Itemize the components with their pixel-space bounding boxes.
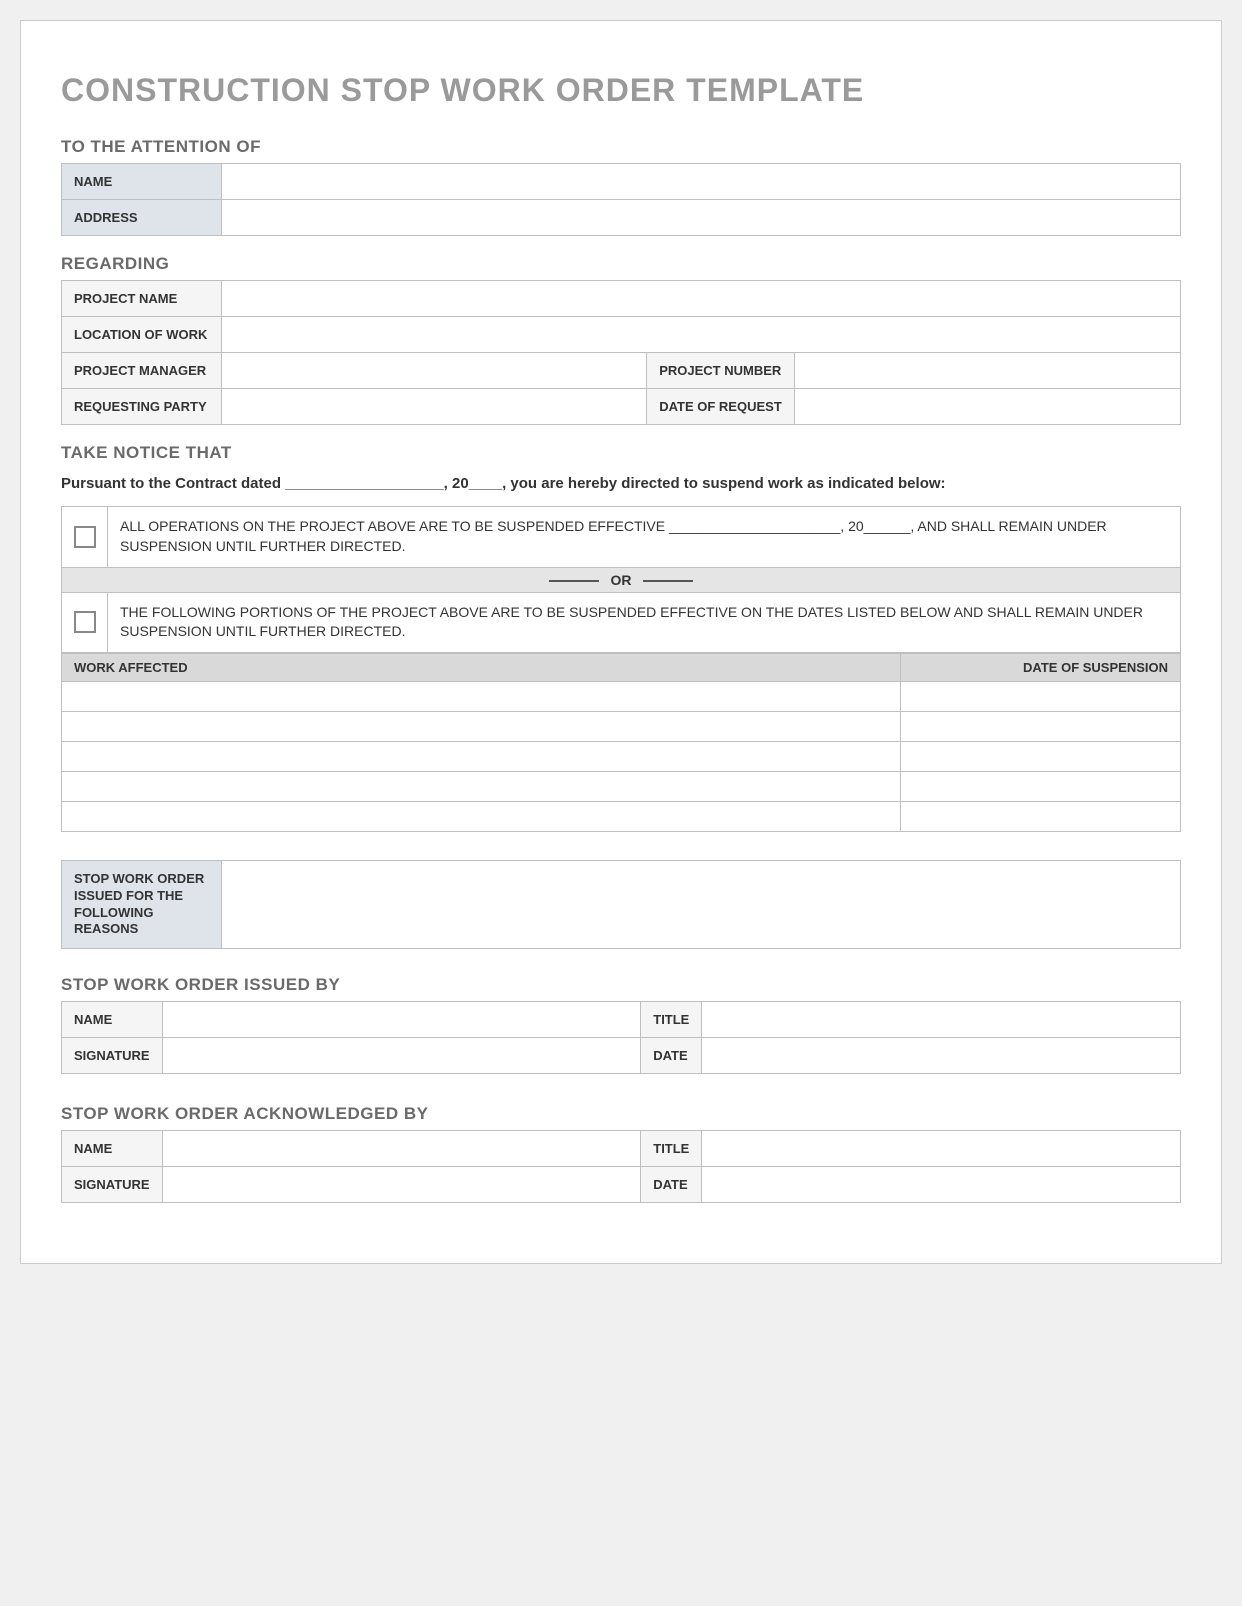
date-request-label: DATE OF REQUEST [647, 389, 795, 425]
notice-intro-text: Pursuant to the Contract dated _________… [61, 473, 1181, 494]
work-affected-field[interactable] [62, 771, 901, 801]
issued-date-field[interactable] [702, 1038, 1181, 1074]
location-field[interactable] [222, 317, 1181, 353]
ack-date-label: DATE [641, 1167, 702, 1203]
table-row [62, 711, 1181, 741]
option2-checkbox-cell [62, 592, 108, 652]
table-row [62, 741, 1181, 771]
date-suspension-field[interactable] [901, 711, 1181, 741]
section-heading-regarding: REGARDING [61, 254, 1181, 274]
date-suspension-field[interactable] [901, 681, 1181, 711]
ack-name-label: NAME [62, 1131, 163, 1167]
section-heading-attention: TO THE ATTENTION OF [61, 137, 1181, 157]
project-number-field[interactable] [794, 353, 1180, 389]
section-heading-ack-by: STOP WORK ORDER ACKNOWLEDGED BY [61, 1104, 1181, 1124]
reasons-table: STOP WORK ORDER ISSUED FOR THE FOLLOWING… [61, 860, 1181, 950]
page-title: CONSTRUCTION STOP WORK ORDER TEMPLATE [61, 71, 1181, 109]
ack-title-field[interactable] [702, 1131, 1181, 1167]
issued-title-field[interactable] [702, 1002, 1181, 1038]
ack-signature-label: SIGNATURE [62, 1167, 163, 1203]
or-text: OR [611, 572, 632, 588]
date-suspension-field[interactable] [901, 771, 1181, 801]
issued-name-field[interactable] [162, 1002, 641, 1038]
issued-signature-label: SIGNATURE [62, 1038, 163, 1074]
ack-title-label: TITLE [641, 1131, 702, 1167]
work-affected-table: WORK AFFECTED DATE OF SUSPENSION [61, 653, 1181, 832]
attention-address-field[interactable] [222, 200, 1181, 236]
requesting-party-label: REQUESTING PARTY [62, 389, 222, 425]
issued-signature-field[interactable] [162, 1038, 641, 1074]
work-affected-field[interactable] [62, 681, 901, 711]
or-divider: OR [62, 567, 1181, 592]
or-line-left [549, 580, 599, 582]
ack-date-field[interactable] [702, 1167, 1181, 1203]
project-number-label: PROJECT NUMBER [647, 353, 795, 389]
issued-name-label: NAME [62, 1002, 163, 1038]
reasons-field[interactable] [222, 860, 1181, 949]
reasons-label: STOP WORK ORDER ISSUED FOR THE FOLLOWING… [62, 860, 222, 949]
section-heading-issued-by: STOP WORK ORDER ISSUED BY [61, 975, 1181, 995]
table-row [62, 771, 1181, 801]
work-affected-field[interactable] [62, 711, 901, 741]
document-page: CONSTRUCTION STOP WORK ORDER TEMPLATE TO… [20, 20, 1222, 1264]
ack-signature-field[interactable] [162, 1167, 641, 1203]
regarding-table: PROJECT NAME LOCATION OF WORK PROJECT MA… [61, 280, 1181, 425]
ack-name-field[interactable] [162, 1131, 641, 1167]
section-heading-notice: TAKE NOTICE THAT [61, 443, 1181, 463]
attention-address-label: ADDRESS [62, 200, 222, 236]
work-affected-field[interactable] [62, 741, 901, 771]
col-work-affected: WORK AFFECTED [62, 653, 901, 681]
requesting-party-field[interactable] [222, 389, 647, 425]
attention-name-field[interactable] [222, 164, 1181, 200]
option2-checkbox[interactable] [74, 611, 96, 633]
issued-title-label: TITLE [641, 1002, 702, 1038]
issued-date-label: DATE [641, 1038, 702, 1074]
attention-name-label: NAME [62, 164, 222, 200]
table-row [62, 801, 1181, 831]
col-date-suspension: DATE OF SUSPENSION [901, 653, 1181, 681]
attention-table: NAME ADDRESS [61, 163, 1181, 236]
project-name-field[interactable] [222, 281, 1181, 317]
or-line-right [643, 580, 693, 582]
option1-checkbox[interactable] [74, 526, 96, 548]
issued-by-table: NAME TITLE SIGNATURE DATE [61, 1001, 1181, 1074]
option2-text: THE FOLLOWING PORTIONS OF THE PROJECT AB… [108, 592, 1181, 652]
notice-options-table: ALL OPERATIONS ON THE PROJECT ABOVE ARE … [61, 506, 1181, 652]
project-manager-field[interactable] [222, 353, 647, 389]
table-row [62, 681, 1181, 711]
project-manager-label: PROJECT MANAGER [62, 353, 222, 389]
date-suspension-field[interactable] [901, 741, 1181, 771]
date-suspension-field[interactable] [901, 801, 1181, 831]
location-label: LOCATION OF WORK [62, 317, 222, 353]
project-name-label: PROJECT NAME [62, 281, 222, 317]
date-request-field[interactable] [794, 389, 1180, 425]
option1-checkbox-cell [62, 507, 108, 567]
ack-by-table: NAME TITLE SIGNATURE DATE [61, 1130, 1181, 1203]
option1-text: ALL OPERATIONS ON THE PROJECT ABOVE ARE … [108, 507, 1181, 567]
work-affected-field[interactable] [62, 801, 901, 831]
